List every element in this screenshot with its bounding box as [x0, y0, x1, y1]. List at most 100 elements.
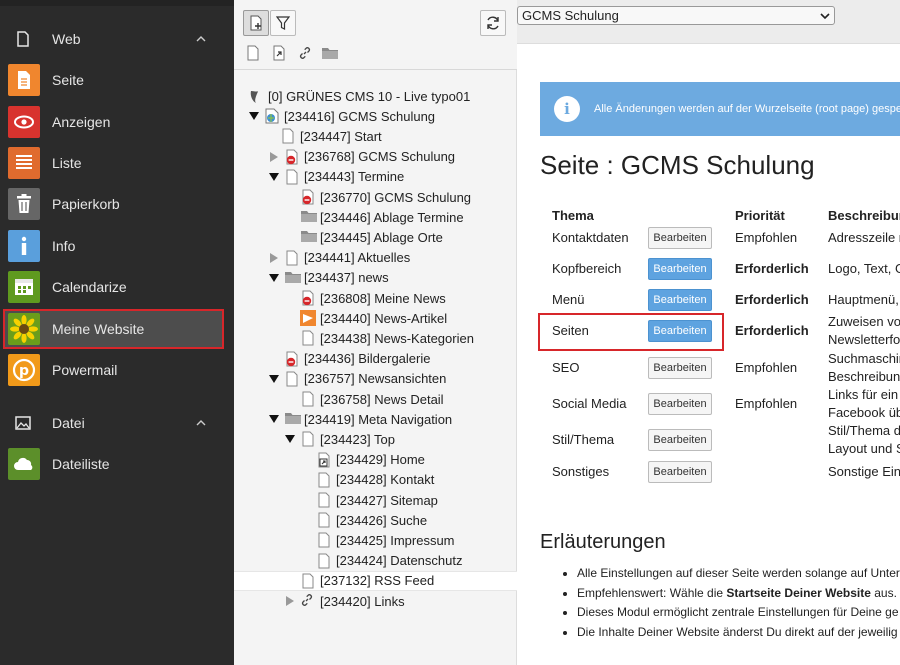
module-dateiliste[interactable]: Dateiliste	[0, 444, 234, 484]
collapse-caret-icon[interactable]	[268, 413, 280, 425]
tree-node[interactable]: [236757] Newsansichten	[268, 369, 446, 389]
edit-button[interactable]: Bearbeiten	[648, 258, 712, 280]
info-callout: i Alle Änderungen werden auf der Wurzels…	[540, 82, 900, 136]
tree-node[interactable]: [234420] Links	[284, 591, 405, 611]
page-icon	[284, 169, 300, 185]
row-beschreibung: Links für ein D	[828, 387, 900, 402]
tree-node[interactable]: [234423] Top	[284, 429, 395, 449]
edit-button[interactable]: Bearbeiten	[648, 227, 712, 249]
typo3-icon	[248, 88, 264, 104]
tree-node-label: [234445] Ablage Orte	[320, 229, 443, 245]
module-info[interactable]: Info	[0, 226, 234, 266]
tree-node[interactable]: [234441] Aktuelles	[268, 248, 410, 268]
tree-node[interactable]: [236758] News Detail	[300, 389, 444, 409]
module-liste[interactable]: Liste	[0, 143, 234, 183]
module-calendarize[interactable]: Calendarize	[0, 267, 234, 307]
note-text: Dieses Modul ermöglicht zentrale Einstel…	[577, 605, 899, 619]
folder-icon	[300, 209, 317, 225]
module-label: Powermail	[52, 362, 118, 378]
tree-node-label: [234437] news	[304, 270, 389, 286]
tree-node[interactable]: [234419] Meta Navigation	[268, 409, 452, 429]
new-page-icon	[250, 15, 262, 31]
note-item: Dieses Modul ermöglicht zentrale Einstel…	[577, 603, 900, 623]
drag-link-button[interactable]	[296, 44, 314, 62]
row-prioritaet: Erforderlich	[735, 292, 809, 307]
edit-button[interactable]: Bearbeiten	[648, 393, 712, 415]
refresh-button[interactable]	[480, 10, 506, 36]
tree-node[interactable]: [234428] Kontakt	[316, 470, 434, 490]
tree-node[interactable]: [234443] Termine	[268, 167, 404, 187]
page-icon	[8, 64, 40, 96]
expand-caret-icon[interactable]	[268, 252, 280, 264]
tree-node[interactable]: [237132] RSS Feed	[234, 570, 517, 591]
doc-header: GCMS Schulung	[517, 0, 900, 44]
new-page-button[interactable]	[243, 10, 269, 36]
tree-node[interactable]: [234445] Ablage Orte	[300, 227, 443, 247]
tree-node[interactable]: [236808] Meine News	[300, 288, 446, 308]
row-thema: Kopfbereich	[552, 261, 622, 276]
tree-node[interactable]: [236770] GCMS Schulung	[300, 187, 471, 207]
module-label: Meine Website	[52, 321, 145, 337]
module-papierkorb[interactable]: Papierkorb	[0, 184, 234, 224]
collapse-caret-icon[interactable]	[284, 433, 296, 445]
group-datei[interactable]: Datei	[0, 403, 234, 443]
module-seite[interactable]: Seite	[0, 60, 234, 100]
edit-button[interactable]: Bearbeiten	[648, 357, 712, 379]
drag-shortcut-button[interactable]	[270, 44, 288, 62]
col-header-thema: Thema	[552, 208, 594, 223]
module-label: Papierkorb	[52, 196, 120, 212]
chevron-down-icon	[820, 12, 830, 19]
tree-node[interactable]: [234438] News-Kategorien	[300, 328, 474, 348]
chevron-up-icon[interactable]	[196, 34, 206, 44]
row-prioritaet: Empfohlen	[735, 230, 798, 245]
tree-node[interactable]: [234416] GCMS Schulung	[248, 106, 435, 126]
expand-caret-icon[interactable]	[284, 595, 296, 607]
powermail-icon: p	[8, 354, 40, 386]
tree-node-label: [237132] RSS Feed	[320, 573, 435, 589]
filter-button[interactable]	[270, 10, 296, 36]
collapse-caret-icon[interactable]	[268, 373, 280, 385]
tree-node[interactable]: [234425] Impressum	[316, 530, 455, 550]
tree-node[interactable]: [236768] GCMS Schulung	[268, 147, 455, 167]
tree-node[interactable]: [234426] Suche	[316, 510, 427, 530]
page-disabled-icon	[300, 290, 316, 306]
tree-node[interactable]: [0] GRÜNES CMS 10 - Live typo01	[248, 86, 470, 106]
filter-icon	[276, 16, 290, 30]
group-web[interactable]: Web	[0, 19, 234, 59]
drag-folder-button[interactable]	[321, 44, 339, 62]
module-powermail[interactable]: p Powermail	[0, 350, 234, 390]
chevron-up-icon[interactable]	[196, 418, 206, 428]
highlight-frame	[538, 313, 724, 351]
tree-node[interactable]: [234440] News-Artikel	[300, 308, 447, 328]
tree-node-label: [236770] GCMS Schulung	[320, 189, 472, 205]
edit-button[interactable]: Bearbeiten	[648, 289, 712, 311]
collapse-caret-icon[interactable]	[268, 171, 280, 183]
edit-button[interactable]: Bearbeiten	[648, 429, 712, 451]
page-icon	[300, 330, 316, 346]
module-meine-website[interactable]: Meine Website	[3, 309, 224, 349]
row-beschreibung-cont: Facebook übe	[828, 405, 900, 420]
tree-node-label: [234446] Ablage Termine	[320, 209, 464, 225]
tree-node[interactable]: [234429] Home	[316, 450, 425, 470]
page-icon	[300, 573, 316, 589]
drag-page-button[interactable]	[244, 44, 262, 62]
file-icon	[17, 31, 29, 47]
row-thema: Menü	[552, 292, 585, 307]
module-label: Liste	[52, 155, 82, 171]
note-text: Alle Einstellungen auf dieser Seite werd…	[577, 566, 900, 580]
module-anzeigen[interactable]: Anzeigen	[0, 102, 234, 142]
tree-node[interactable]: [234436] Bildergalerie	[284, 349, 430, 369]
tree-node[interactable]: [234437] news	[268, 268, 389, 288]
tree-node[interactable]: [234446] Ablage Termine	[300, 207, 464, 227]
tree-node[interactable]: [234427] Sitemap	[316, 490, 438, 510]
collapse-caret-icon[interactable]	[268, 272, 280, 284]
tree-node[interactable]: [234447] Start	[280, 126, 382, 146]
expand-caret-icon[interactable]	[268, 151, 280, 163]
tree-node-label: [234443] Termine	[304, 169, 405, 185]
edit-button[interactable]: Bearbeiten	[648, 461, 712, 483]
folder-icon	[322, 48, 338, 59]
row-prioritaet: Erforderlich	[735, 323, 809, 338]
site-select[interactable]: GCMS Schulung	[517, 6, 835, 25]
collapse-caret-icon[interactable]	[248, 110, 260, 122]
tree-node[interactable]: [234424] Datenschutz	[316, 551, 462, 571]
